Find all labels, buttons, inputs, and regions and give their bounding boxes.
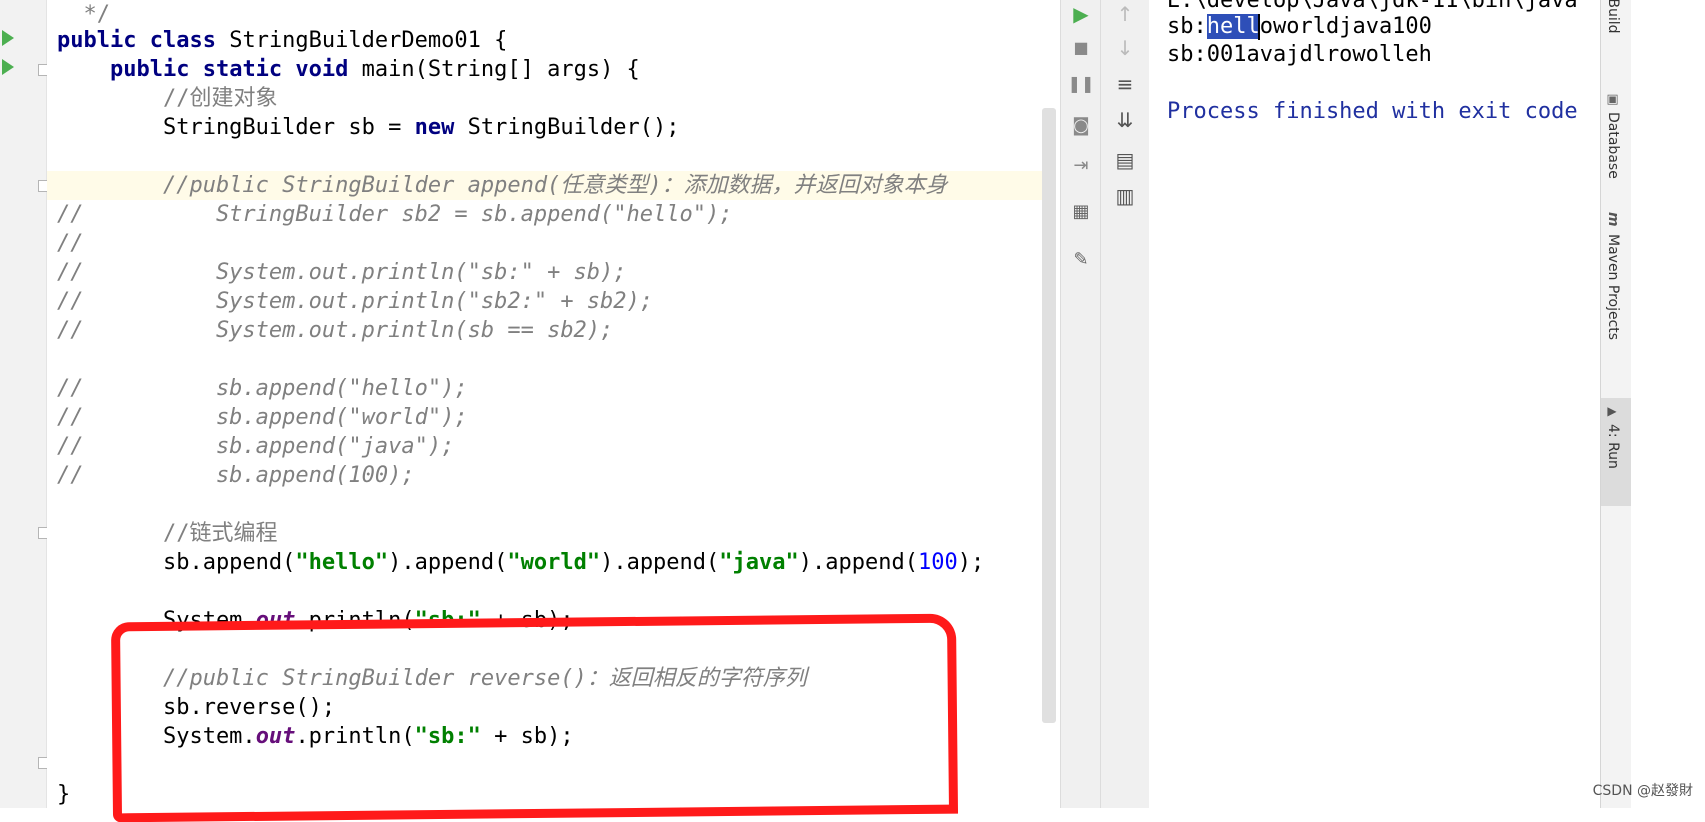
code-line[interactable]: // <box>57 229 84 258</box>
code-token: "world" <box>507 550 601 575</box>
editor-gutter <box>0 0 50 808</box>
code-token: // StringBuilder sb2 = sb.append("hello"… <box>57 202 733 227</box>
code-token: // sb.append(100); <box>57 463 415 488</box>
code-token: 100 <box>918 550 958 575</box>
code-line[interactable]: //创建对象 <box>57 84 278 113</box>
output-prefix: sb: <box>1167 14 1207 39</box>
code-token: void <box>295 57 362 82</box>
run-tab[interactable]: 4: Run <box>1605 424 1621 469</box>
console-output-line-1[interactable]: sb:helloworldjava100 <box>1167 12 1432 41</box>
console-output-line-2[interactable]: sb:001avajdlrowolleh <box>1167 40 1432 69</box>
code-line[interactable]: sb.append("hello").append("world").appen… <box>57 548 984 577</box>
code-line[interactable]: StringBuilder sb = new StringBuilder(); <box>57 113 680 142</box>
code-line[interactable]: public static void main(String[] args) { <box>57 55 640 84</box>
run-class-icon[interactable] <box>2 30 14 46</box>
code-token: ).append( <box>798 550 918 575</box>
code-token: // sb.append("java"); <box>57 434 455 459</box>
code-token: // <box>57 231 84 256</box>
code-token: main(String[] args) { <box>361 57 640 82</box>
database-icon[interactable]: ▣ <box>1605 92 1620 107</box>
red-annotation-box <box>110 613 959 822</box>
code-line[interactable]: //链式编程 <box>57 519 278 548</box>
editor-scrollbar[interactable] <box>1042 108 1056 723</box>
code-line[interactable]: } <box>57 780 70 808</box>
scroll-up-icon[interactable]: ↑ <box>1109 0 1141 28</box>
run-console[interactable]: E:\develop\Java\jdk-11\bin\java sb:hello… <box>1149 0 1600 808</box>
trash-icon[interactable]: ▥ <box>1109 182 1141 210</box>
code-token: StringBuilder sb = <box>57 115 415 140</box>
code-line[interactable]: //public StringBuilder append(任意类型)：添加数据… <box>57 171 948 200</box>
stop-icon[interactable]: ■ <box>1065 34 1097 62</box>
output-rest: oworldjava100 <box>1259 14 1432 39</box>
code-token: "java" <box>719 550 799 575</box>
code-token: public <box>57 28 150 53</box>
rerun-icon[interactable]: ▶ <box>1065 0 1097 28</box>
code-line[interactable]: public class StringBuilderDemo01 { <box>57 26 507 55</box>
scroll-down-icon[interactable]: ↓ <box>1109 34 1141 62</box>
code-token: // System.out.println("sb:" + sb); <box>57 260 627 285</box>
code-token: */ <box>57 2 110 27</box>
code-line[interactable]: // sb.append("hello"); <box>57 374 468 403</box>
code-line[interactable]: // System.out.println("sb2:" + sb2); <box>57 287 653 316</box>
run-play-icon[interactable]: ▶ <box>1605 404 1619 418</box>
code-token: // System.out.println(sb == sb2); <box>57 318 614 343</box>
code-token: //链式编程 <box>57 521 278 546</box>
code-line[interactable]: */ <box>57 0 110 29</box>
pin-icon[interactable]: ✎ <box>1065 246 1097 274</box>
code-token: StringBuilderDemo01 { <box>229 28 508 53</box>
code-token: // System.out.println("sb2:" + sb2); <box>57 289 654 314</box>
run-toolbar-primary: ▶ ■ ❚❚ ◙ ⇥ ▦ ✎ <box>1060 0 1101 808</box>
code-token: } <box>57 782 71 807</box>
code-token: ).append( <box>600 550 720 575</box>
watermark: CSDN @赵發財 <box>1592 783 1693 799</box>
code-token: new <box>414 115 468 140</box>
right-tool-window-bar: Ant Build ▣ Database m Maven Projects ▶ … <box>1600 0 1631 808</box>
code-token: public <box>109 57 203 82</box>
code-token: ); <box>957 550 985 575</box>
code-line[interactable]: // sb.append(100); <box>57 461 415 490</box>
code-token: ).append( <box>388 550 508 575</box>
run-main-icon[interactable] <box>2 59 14 75</box>
database-tab[interactable]: Database <box>1605 112 1621 179</box>
code-line[interactable]: // System.out.println(sb == sb2); <box>57 316 613 345</box>
code-token: static <box>202 57 296 82</box>
ant-build-tab[interactable]: Ant Build <box>1605 0 1621 34</box>
code-token: sb.append( <box>57 550 296 575</box>
selected-text[interactable]: hell <box>1206 14 1260 39</box>
process-finished-line: Process finished with exit code <box>1167 99 1578 124</box>
code-token: //创建对象 <box>57 86 278 111</box>
camera-icon[interactable]: ◙ <box>1065 112 1097 140</box>
pause-icon[interactable]: ❚❚ <box>1065 70 1097 98</box>
code-token: class <box>149 28 230 53</box>
code-token: // sb.append("world"); <box>57 405 468 430</box>
code-token: // sb.append("hello"); <box>57 376 468 401</box>
outer-margin <box>1631 0 1705 808</box>
run-toolbar-secondary: ↑ ↓ ≡ ⇊ ▤ ▥ <box>1100 0 1150 808</box>
maven-projects-tab[interactable]: Maven Projects <box>1605 234 1621 340</box>
code-line[interactable]: // System.out.println("sb:" + sb); <box>57 258 627 287</box>
soft-wrap-icon[interactable]: ≡ <box>1109 70 1141 98</box>
code-line[interactable]: // StringBuilder sb2 = sb.append("hello"… <box>57 200 733 229</box>
maven-icon[interactable]: m <box>1605 212 1621 227</box>
layout-icon[interactable]: ▦ <box>1065 198 1097 226</box>
print-icon[interactable]: ▤ <box>1109 146 1141 174</box>
code-line[interactable]: // sb.append("world"); <box>57 403 468 432</box>
exit-icon[interactable]: ⇥ <box>1065 152 1097 180</box>
scroll-to-end-icon[interactable]: ⇊ <box>1109 106 1141 134</box>
code-line[interactable]: // sb.append("java"); <box>57 432 454 461</box>
code-token: //public StringBuilder append(任意类型)：添加数据… <box>57 173 948 198</box>
code-token: "hello" <box>295 550 389 575</box>
code-token: StringBuilder(); <box>467 115 680 140</box>
